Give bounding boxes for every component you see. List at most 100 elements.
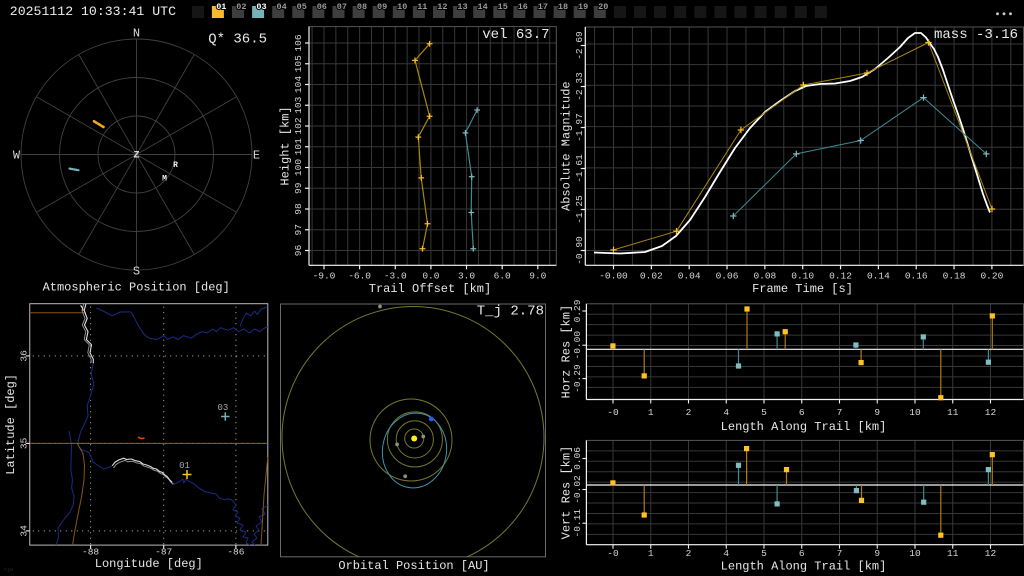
svg-text:16: 16 (518, 2, 528, 12)
svg-text:-2.33: -2.33 (574, 72, 585, 101)
svg-text:Absolute Magnitude: Absolute Magnitude (560, 81, 574, 211)
svg-text:-0.11: -0.11 (572, 509, 583, 538)
svg-text:0.02: 0.02 (640, 271, 663, 282)
svg-text:4: 4 (723, 407, 729, 418)
svg-text:98: 98 (293, 203, 304, 215)
svg-text:04: 04 (276, 2, 286, 12)
svg-text:101: 101 (293, 138, 304, 155)
svg-text:4: 4 (723, 548, 729, 559)
svg-text:-2.69: -2.69 (574, 31, 585, 60)
svg-text:Vert Res [km]: Vert Res [km] (560, 446, 574, 540)
svg-text:17: 17 (538, 2, 548, 12)
svg-text:M: M (162, 174, 167, 183)
svg-text:15: 15 (498, 2, 508, 12)
svg-text:14: 14 (477, 2, 487, 12)
svg-text:E: E (253, 149, 260, 163)
svg-text:07: 07 (337, 2, 347, 12)
svg-text:0.20: 0.20 (980, 271, 1003, 282)
svg-text:11: 11 (947, 548, 959, 559)
svg-text:-0: -0 (607, 548, 619, 559)
svg-text:12: 12 (437, 2, 447, 12)
svg-text:-1.97: -1.97 (574, 113, 585, 142)
svg-text:0.14: 0.14 (867, 271, 890, 282)
svg-text:0.04: 0.04 (678, 271, 701, 282)
svg-text:-0.29: -0.29 (572, 364, 583, 393)
svg-text:Orbital Position [AU]: Orbital Position [AU] (338, 559, 489, 573)
svg-text:105: 105 (293, 55, 304, 72)
svg-text:18: 18 (558, 2, 568, 12)
svg-text:103: 103 (293, 96, 304, 113)
svg-text:Z: Z (133, 150, 139, 162)
svg-text:6: 6 (799, 407, 805, 418)
svg-text:0.0: 0.0 (422, 271, 439, 282)
svg-text:35: 35 (19, 437, 30, 449)
svg-text:6.0: 6.0 (494, 271, 511, 282)
svg-text:01: 01 (179, 461, 190, 471)
svg-text:-9.0: -9.0 (313, 271, 336, 282)
svg-text:0.12: 0.12 (829, 271, 852, 282)
svg-text:2: 2 (686, 407, 692, 418)
svg-text:06: 06 (317, 2, 327, 12)
svg-text:-0.90: -0.90 (574, 236, 585, 265)
svg-text:vel 63.7: vel 63.7 (482, 27, 549, 43)
svg-text:rjw: rjw (4, 567, 13, 573)
svg-text:9.0: 9.0 (529, 271, 546, 282)
svg-text:12: 12 (985, 548, 997, 559)
svg-text:0.10: 0.10 (791, 271, 814, 282)
svg-text:Atmospheric Position [deg]: Atmospheric Position [deg] (43, 280, 230, 294)
svg-text:-0.00: -0.00 (599, 271, 628, 282)
svg-text:05: 05 (297, 2, 307, 12)
svg-text:0.29: 0.29 (572, 299, 583, 322)
svg-text:Trail Offset [km]: Trail Offset [km] (369, 282, 491, 296)
svg-text:-88: -88 (82, 546, 99, 557)
svg-text:96: 96 (293, 245, 304, 257)
svg-text:-1.61: -1.61 (574, 154, 585, 183)
svg-text:2: 2 (686, 548, 692, 559)
svg-text:5: 5 (761, 407, 767, 418)
svg-text:W: W (13, 149, 21, 163)
svg-text:-87: -87 (155, 546, 172, 557)
svg-text:mass -3.16: mass -3.16 (934, 27, 1018, 43)
svg-text:1: 1 (648, 407, 654, 418)
svg-text:6: 6 (799, 548, 805, 559)
svg-text:1: 1 (648, 548, 654, 559)
svg-text:9: 9 (874, 407, 880, 418)
svg-text:0.16: 0.16 (905, 271, 928, 282)
svg-text:09: 09 (377, 2, 387, 12)
svg-text:Horz Res [km]: Horz Res [km] (560, 305, 574, 399)
svg-text:19: 19 (578, 2, 588, 12)
svg-text:7: 7 (837, 407, 843, 418)
svg-text:08: 08 (357, 2, 367, 12)
svg-text:100: 100 (293, 159, 304, 176)
svg-text:97: 97 (293, 224, 304, 235)
svg-text:03: 03 (256, 2, 266, 12)
svg-text:Length Along Trail [km]: Length Along Trail [km] (721, 420, 887, 434)
svg-text:102: 102 (293, 117, 304, 134)
svg-text:20: 20 (598, 2, 608, 12)
svg-text:03: 03 (217, 403, 228, 413)
svg-text:01: 01 (216, 2, 226, 12)
svg-text:36: 36 (19, 350, 30, 362)
svg-text:-86: -86 (227, 546, 244, 557)
svg-text:0.18: 0.18 (943, 271, 966, 282)
svg-text:N: N (133, 27, 140, 41)
svg-text:Q* 36.5: Q* 36.5 (208, 31, 267, 47)
svg-text:S: S (133, 265, 140, 279)
svg-text:10: 10 (909, 548, 921, 559)
svg-text:12: 12 (985, 407, 997, 418)
svg-text:10: 10 (909, 407, 921, 418)
svg-text:02: 02 (236, 2, 246, 12)
svg-text:Length Along Trail [km]: Length Along Trail [km] (721, 559, 887, 573)
svg-text:20251112 10:33:41 UTC: 20251112 10:33:41 UTC (10, 4, 176, 19)
svg-text:11: 11 (417, 2, 427, 12)
svg-text:10: 10 (397, 2, 407, 12)
svg-text:Longitude [deg]: Longitude [deg] (95, 557, 203, 571)
svg-text:-6.0: -6.0 (348, 271, 371, 282)
svg-text:99: 99 (293, 182, 304, 194)
svg-text:5: 5 (761, 548, 767, 559)
svg-text:-0: -0 (607, 407, 619, 418)
svg-text:106: 106 (293, 34, 304, 51)
svg-text:Height [km]: Height [km] (279, 106, 293, 185)
svg-text:-3.0: -3.0 (384, 271, 407, 282)
svg-text:0.06: 0.06 (572, 447, 583, 470)
